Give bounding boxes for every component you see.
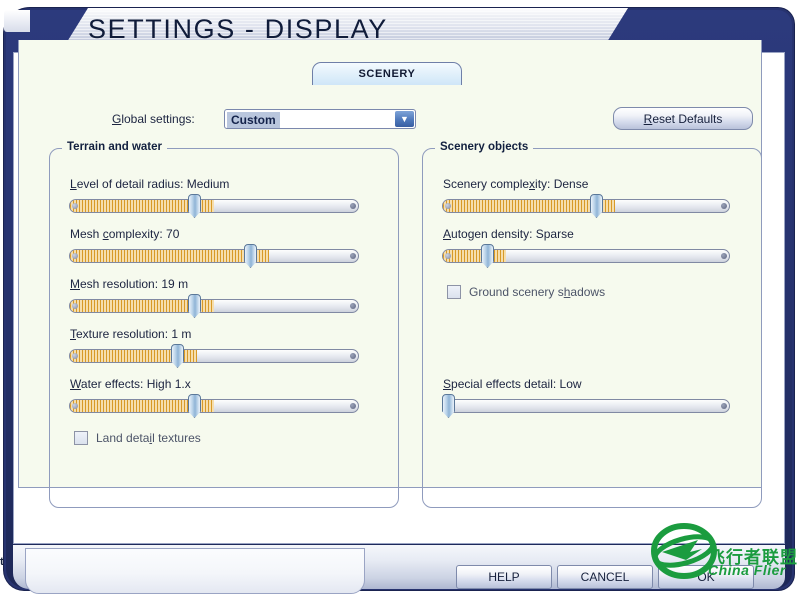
slider-special-effects-detail[interactable] xyxy=(442,399,730,413)
global-settings-select[interactable]: Custom ▼ xyxy=(224,109,416,129)
checkbox-land-detail-textures[interactable]: Land detail textures xyxy=(74,431,201,445)
special-effects-accel: S xyxy=(443,377,452,391)
slider-thumb-texture-resolution[interactable] xyxy=(171,344,184,368)
lod-text: evel of detail radius: Medium xyxy=(76,177,230,191)
slider-water-effects[interactable] xyxy=(69,399,359,413)
label-texture-resolution: Texture resolution: 1 m xyxy=(70,327,191,341)
label-mesh-complexity: Mesh complexity: 70 xyxy=(70,227,179,241)
reset-defaults-button[interactable]: Reset Defaults xyxy=(613,107,753,130)
cancel-button[interactable]: CANCEL xyxy=(557,565,653,589)
slider-scenery-complexity[interactable] xyxy=(442,199,730,213)
label-level-of-detail-radius: Level of detail radius: Medium xyxy=(70,177,229,191)
global-settings-value: Custom xyxy=(227,112,280,128)
label-special-effects-detail: Special effects detail: Low xyxy=(443,377,582,391)
reset-defaults-label: eset Defaults xyxy=(652,111,723,126)
slider-end-cap xyxy=(350,253,356,259)
slider-mesh-resolution[interactable] xyxy=(69,299,359,313)
slider-start-cap xyxy=(72,353,78,359)
checkbox-box[interactable] xyxy=(447,285,461,299)
land-detail-post: l textures xyxy=(152,431,201,445)
checkbox-land-detail-textures-label: Land detail textures xyxy=(96,431,201,445)
water-effects-accel: W xyxy=(70,377,81,391)
label-water-effects: Water effects: High 1.x xyxy=(70,377,191,391)
checkbox-ground-scenery-shadows-label: Ground scenery shadows xyxy=(469,285,605,299)
slider-thumb-scenery-complexity[interactable] xyxy=(590,194,603,218)
reset-defaults-accel: R xyxy=(643,111,653,126)
ground-shadows-pre: Ground scenery s xyxy=(469,285,564,299)
slider-start-cap xyxy=(445,253,451,259)
slider-end-cap xyxy=(721,253,727,259)
tab-scenery-label: SCENERY xyxy=(358,68,416,80)
special-effects-text: pecial effects detail: Low xyxy=(451,377,582,391)
slider-end-cap xyxy=(350,203,356,209)
slider-thumb-mesh-resolution[interactable] xyxy=(188,294,201,318)
slider-thumb-special-effects-detail[interactable] xyxy=(442,394,455,418)
land-detail-pre: Land deta xyxy=(96,431,150,445)
label-scenery-complexity: Scenery complexity: Dense xyxy=(443,177,588,191)
slider-start-cap xyxy=(72,403,78,409)
chevron-down-icon[interactable]: ▼ xyxy=(395,111,414,127)
lod-accel: L xyxy=(70,177,77,191)
slider-start-cap xyxy=(72,253,78,259)
title-left-slab xyxy=(4,10,30,32)
label-mesh-resolution: Mesh resolution: 19 m xyxy=(70,277,188,291)
scenery-complexity-pre: Scenery comple xyxy=(443,177,530,191)
slider-mesh-complexity[interactable] xyxy=(69,249,359,263)
slider-thumb-mesh-complexity[interactable] xyxy=(244,244,257,268)
checkbox-box[interactable] xyxy=(74,431,88,445)
slider-start-cap xyxy=(72,203,78,209)
slider-start-cap xyxy=(72,303,78,309)
global-settings-label-text: lobal settings: xyxy=(121,112,195,126)
global-settings-label: Global settings: xyxy=(112,112,195,126)
slider-end-cap xyxy=(350,303,356,309)
slider-end-cap xyxy=(721,203,727,209)
footer-left-plate xyxy=(25,548,365,594)
autogen-text: utogen density: Sparse xyxy=(451,227,574,241)
slider-end-cap xyxy=(350,353,356,359)
slider-fill xyxy=(70,250,269,262)
slider-level-of-detail-radius[interactable] xyxy=(69,199,359,213)
ok-button[interactable]: OK xyxy=(658,565,754,589)
group-scenery-title: Scenery objects xyxy=(435,141,534,153)
autogen-accel: A xyxy=(443,227,452,241)
slider-thumb-level-of-detail-radius[interactable] xyxy=(188,194,201,218)
slider-end-cap xyxy=(350,403,356,409)
help-button[interactable]: HELP xyxy=(456,565,552,589)
mesh-resolution-text: esh resolution: 19 m xyxy=(80,277,189,291)
tab-scenery[interactable]: SCENERY xyxy=(312,62,462,85)
mesh-complexity-text: omplexity: 70 xyxy=(108,227,180,241)
ground-shadows-post: adows xyxy=(570,285,606,299)
scenery-complexity-text: ity: Dense xyxy=(535,177,589,191)
group-terrain-and-water: Terrain and water Level of detail radius… xyxy=(49,141,399,508)
slider-thumb-autogen-density[interactable] xyxy=(481,244,494,268)
label-autogen-density: Autogen density: Sparse xyxy=(443,227,574,241)
desktop-backdrop: ts SETTINGS - DISPLAY GRAPHICS AIRCRAFT … xyxy=(0,0,800,600)
slider-end-cap xyxy=(721,403,727,409)
group-scenery-objects: Scenery objects Scenery complexity: Dens… xyxy=(422,141,762,508)
mesh-complexity-pre: Mesh xyxy=(70,227,103,241)
slider-fill xyxy=(443,200,615,212)
water-effects-text: ater effects: High 1.x xyxy=(80,377,191,391)
settings-window: SETTINGS - DISPLAY GRAPHICS AIRCRAFT SCE… xyxy=(4,8,794,594)
slider-thumb-water-effects[interactable] xyxy=(188,394,201,418)
slider-start-cap xyxy=(445,203,451,209)
texture-resolution-text: exture resolution: 1 m xyxy=(76,327,192,341)
global-settings-accel: G xyxy=(112,112,122,126)
group-terrain-title: Terrain and water xyxy=(62,141,168,153)
slider-texture-resolution[interactable] xyxy=(69,349,359,363)
mesh-resolution-accel: M xyxy=(70,277,80,291)
checkbox-ground-scenery-shadows[interactable]: Ground scenery shadows xyxy=(447,285,605,299)
slider-fill xyxy=(443,250,506,262)
